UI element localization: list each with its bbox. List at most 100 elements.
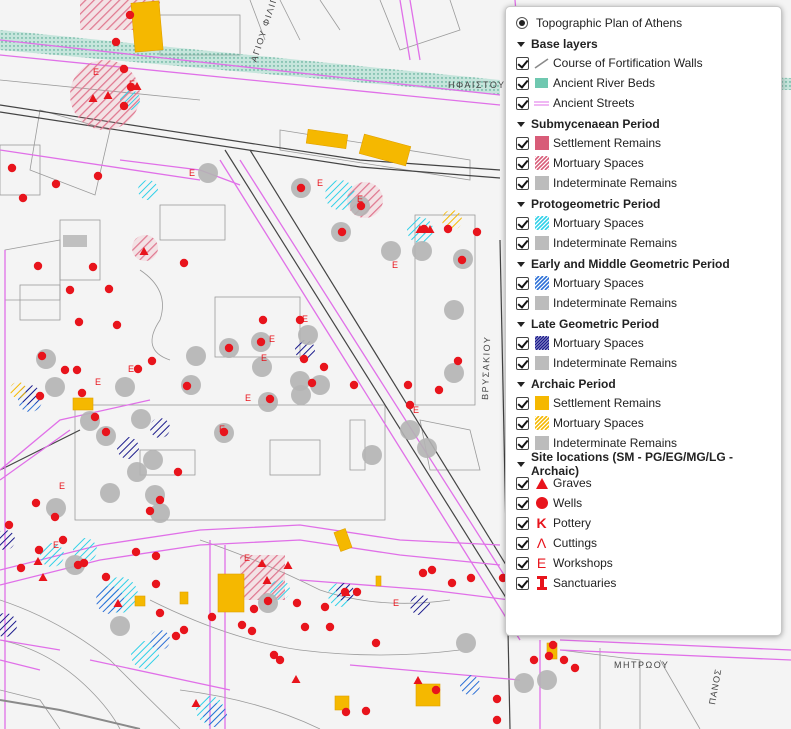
well-marker[interactable] [58, 535, 68, 545]
well-marker[interactable] [296, 183, 306, 193]
workshop-marker[interactable]: E [244, 553, 250, 563]
layer-row[interactable]: Course of Fortification Walls [516, 53, 773, 73]
indeterminate-remains-marker[interactable] [444, 363, 464, 383]
layer-row[interactable]: Ancient Streets [516, 93, 773, 113]
layer-checkbox[interactable] [516, 296, 529, 310]
well-marker[interactable] [453, 356, 463, 366]
well-marker[interactable] [179, 625, 189, 635]
well-marker[interactable] [431, 685, 441, 695]
indeterminate-remains-marker[interactable] [186, 346, 206, 366]
workshop-marker[interactable]: E [392, 260, 398, 270]
well-marker[interactable] [50, 512, 60, 522]
well-marker[interactable] [292, 598, 302, 608]
chevron-down-icon[interactable] [517, 461, 525, 467]
well-marker[interactable] [492, 694, 502, 704]
chevron-down-icon[interactable] [517, 201, 525, 207]
well-marker[interactable] [151, 551, 161, 561]
workshop-marker[interactable]: E [93, 67, 99, 77]
well-marker[interactable] [101, 572, 111, 582]
well-marker[interactable] [559, 655, 569, 665]
workshop-marker[interactable]: E [317, 178, 323, 188]
well-marker[interactable] [349, 380, 359, 390]
layer-row[interactable]: Λ Cuttings [516, 533, 773, 553]
workshop-marker[interactable]: E [53, 540, 59, 550]
well-marker[interactable] [249, 604, 259, 614]
indeterminate-remains-marker[interactable] [444, 300, 464, 320]
layer-group-title[interactable]: Site locations (SM - PG/EG/MG/LG - Archa… [516, 450, 773, 478]
well-marker[interactable] [155, 495, 165, 505]
well-marker[interactable] [207, 612, 217, 622]
well-marker[interactable] [34, 545, 44, 555]
well-marker[interactable] [179, 258, 189, 268]
chevron-down-icon[interactable] [517, 41, 525, 47]
indeterminate-remains-marker[interactable] [110, 616, 130, 636]
well-marker[interactable] [319, 362, 329, 372]
well-marker[interactable] [18, 193, 28, 203]
well-marker[interactable] [247, 626, 257, 636]
layer-group-title[interactable]: Archaic Period [516, 375, 773, 393]
indeterminate-remains-marker[interactable] [514, 673, 534, 693]
layer-checkbox[interactable] [516, 576, 529, 590]
well-marker[interactable] [35, 391, 45, 401]
well-marker[interactable] [31, 498, 41, 508]
well-marker[interactable] [258, 315, 268, 325]
layer-group-title[interactable]: Protogeometric Period [516, 195, 773, 213]
well-marker[interactable] [133, 364, 143, 374]
layer-row[interactable]: Indeterminate Remains [516, 173, 773, 193]
layer-row[interactable]: Settlement Remains [516, 133, 773, 153]
well-marker[interactable] [237, 620, 247, 630]
well-marker[interactable] [544, 651, 554, 661]
layer-checkbox[interactable] [516, 536, 529, 550]
well-marker[interactable] [443, 224, 453, 234]
layer-checkbox[interactable] [516, 336, 529, 350]
layer-row[interactable]: Settlement Remains [516, 393, 773, 413]
layer-row[interactable]: Sanctuaries [516, 573, 773, 593]
well-marker[interactable] [466, 573, 476, 583]
well-marker[interactable] [263, 596, 273, 606]
well-marker[interactable] [79, 558, 89, 568]
well-marker[interactable] [119, 101, 129, 111]
layer-row[interactable]: Mortuary Spaces [516, 153, 773, 173]
workshop-marker[interactable]: E [128, 364, 134, 374]
layer-checkbox[interactable] [516, 56, 529, 70]
well-marker[interactable] [325, 622, 335, 632]
well-marker[interactable] [155, 608, 165, 618]
layer-checkbox[interactable] [516, 436, 529, 450]
chevron-down-icon[interactable] [517, 321, 525, 327]
well-marker[interactable] [104, 284, 114, 294]
workshop-marker[interactable]: E [189, 168, 195, 178]
layer-row[interactable]: E Workshops [516, 553, 773, 573]
layer-row[interactable]: Mortuary Spaces [516, 413, 773, 433]
well-marker[interactable] [352, 587, 362, 597]
well-marker[interactable] [418, 568, 428, 578]
layer-row[interactable]: Indeterminate Remains [516, 353, 773, 373]
well-marker[interactable] [77, 388, 87, 398]
layer-group-title[interactable]: Submycenaean Period [516, 115, 773, 133]
well-marker[interactable] [224, 343, 234, 353]
layer-row[interactable]: Indeterminate Remains [516, 233, 773, 253]
indeterminate-remains-marker[interactable] [127, 462, 147, 482]
indeterminate-remains-marker[interactable] [381, 241, 401, 261]
indeterminate-remains-marker[interactable] [115, 377, 135, 397]
well-marker[interactable] [337, 227, 347, 237]
well-marker[interactable] [275, 655, 285, 665]
indeterminate-remains-marker[interactable] [45, 377, 65, 397]
indeterminate-remains-marker[interactable] [291, 385, 311, 405]
well-marker[interactable] [125, 10, 135, 20]
well-marker[interactable] [299, 354, 309, 364]
layer-checkbox[interactable] [516, 276, 529, 290]
well-marker[interactable] [111, 37, 121, 47]
well-marker[interactable] [307, 378, 317, 388]
well-marker[interactable] [4, 520, 14, 530]
well-marker[interactable] [145, 506, 155, 516]
layer-checkbox[interactable] [516, 136, 529, 150]
well-marker[interactable] [371, 638, 381, 648]
well-marker[interactable] [548, 640, 558, 650]
indeterminate-remains-marker[interactable] [198, 163, 218, 183]
layer-checkbox[interactable] [516, 96, 529, 110]
well-marker[interactable] [131, 547, 141, 557]
indeterminate-remains-marker[interactable] [100, 483, 120, 503]
workshop-marker[interactable]: E [95, 377, 101, 387]
layer-checkbox[interactable] [516, 396, 529, 410]
well-marker[interactable] [74, 317, 84, 327]
